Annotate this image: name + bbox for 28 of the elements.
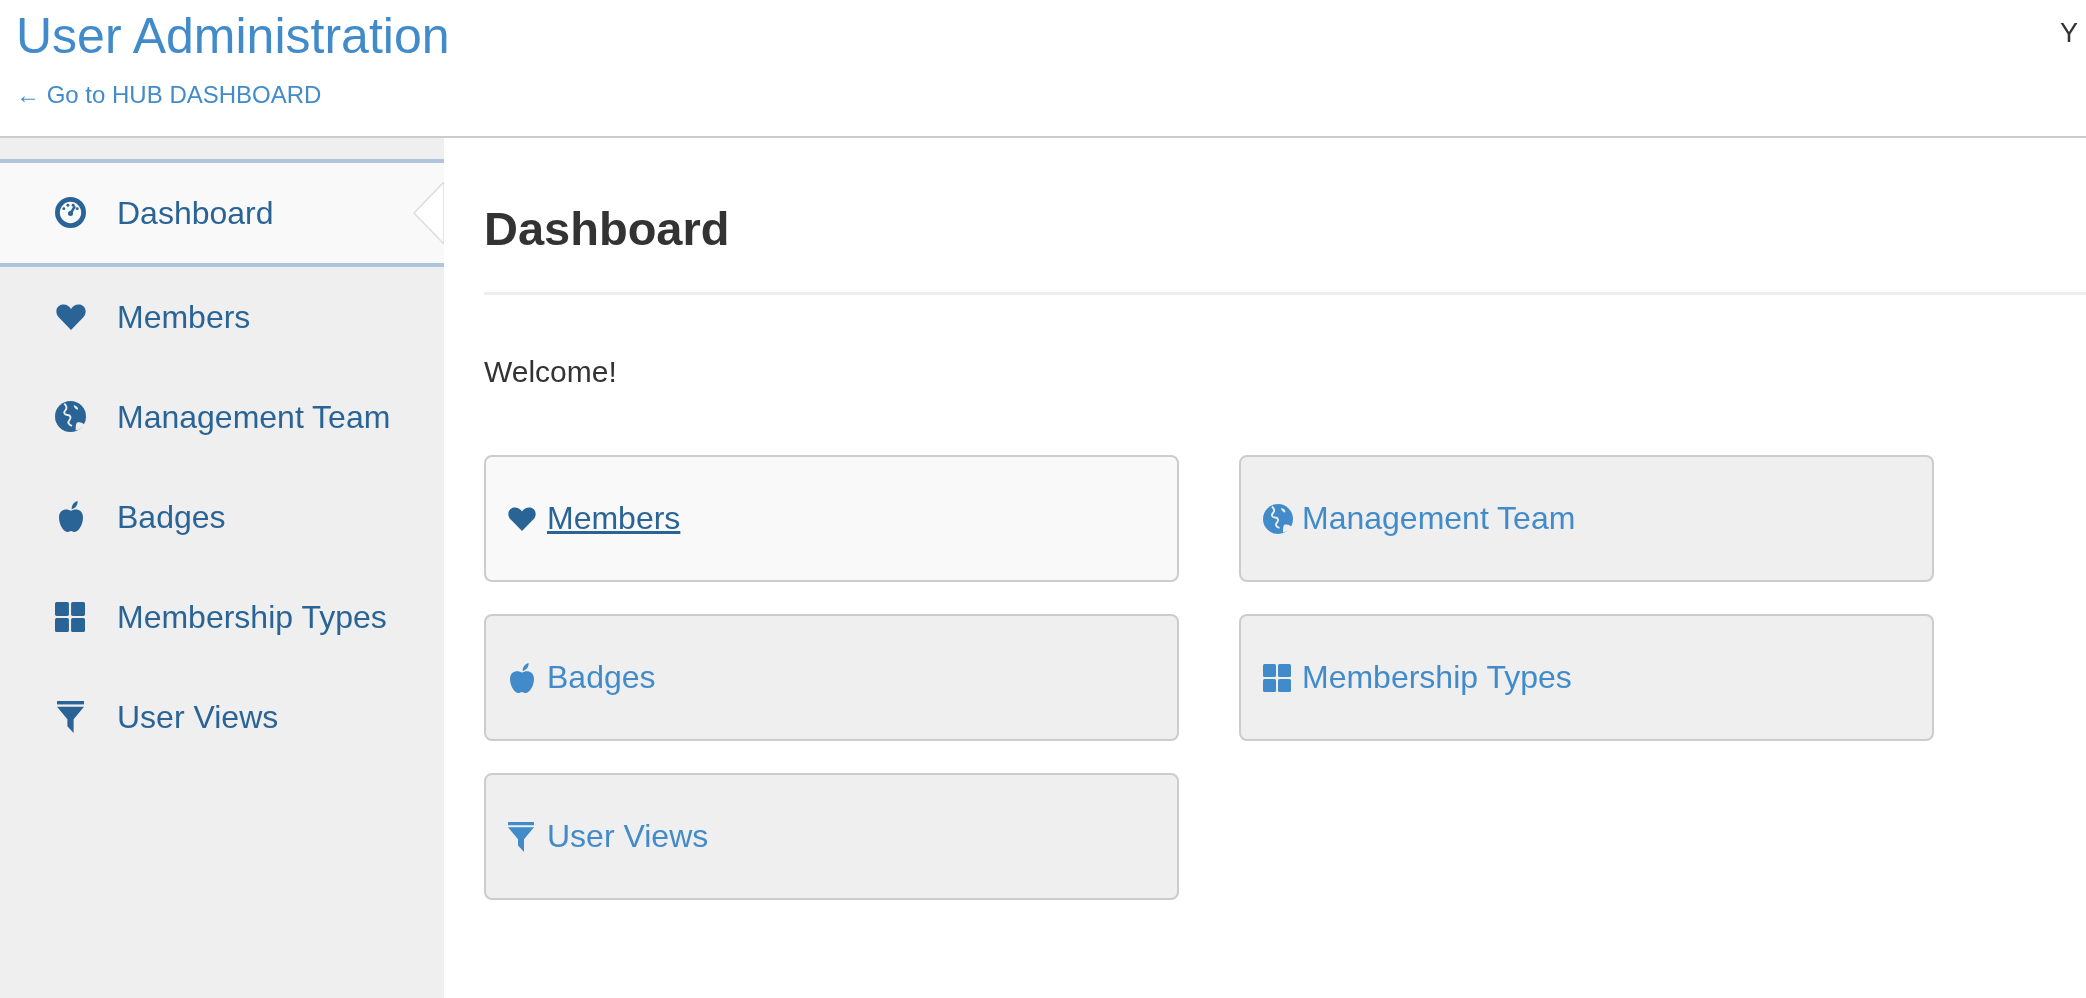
globe-icon	[1263, 503, 1293, 534]
funnel-icon	[508, 821, 534, 852]
pointer-notch-icon	[413, 181, 444, 244]
page-heading: Dashboard	[484, 202, 730, 255]
heart-icon	[508, 506, 536, 531]
heart-icon	[56, 303, 86, 330]
sidebar-item[interactable]: Members	[0, 266, 444, 367]
page-title: User Administration	[16, 9, 450, 64]
sidebar-item[interactable]: Badges	[0, 466, 444, 567]
apple-icon	[510, 662, 534, 693]
shortcut-link[interactable]: Management Team	[1263, 498, 1576, 540]
shortcut-link[interactable]: Membership Types	[1263, 657, 1572, 699]
sidebar-item[interactable]: Management Team	[0, 366, 444, 467]
gauge-icon	[55, 197, 86, 229]
sidebar-item[interactable]: Dashboard	[0, 158, 444, 267]
header-text: Y	[2060, 17, 2078, 50]
sidebar-item[interactable]: Membership Types	[0, 566, 444, 667]
back-link[interactable]: ← Go to HUB DASHBOARD	[16, 78, 322, 112]
funnel-icon	[57, 700, 84, 733]
shortcut-link[interactable]: Badges	[508, 657, 656, 699]
grid-icon	[1263, 663, 1291, 692]
welcome-text: Welcome!	[484, 354, 617, 391]
sidebar-item[interactable]: User Views	[0, 666, 444, 767]
shortcut-link[interactable]: User Views	[508, 816, 709, 858]
grid-icon	[55, 601, 85, 632]
shortcut-link[interactable]: Members	[508, 498, 681, 540]
apple-icon	[59, 501, 83, 533]
globe-icon	[55, 401, 86, 433]
